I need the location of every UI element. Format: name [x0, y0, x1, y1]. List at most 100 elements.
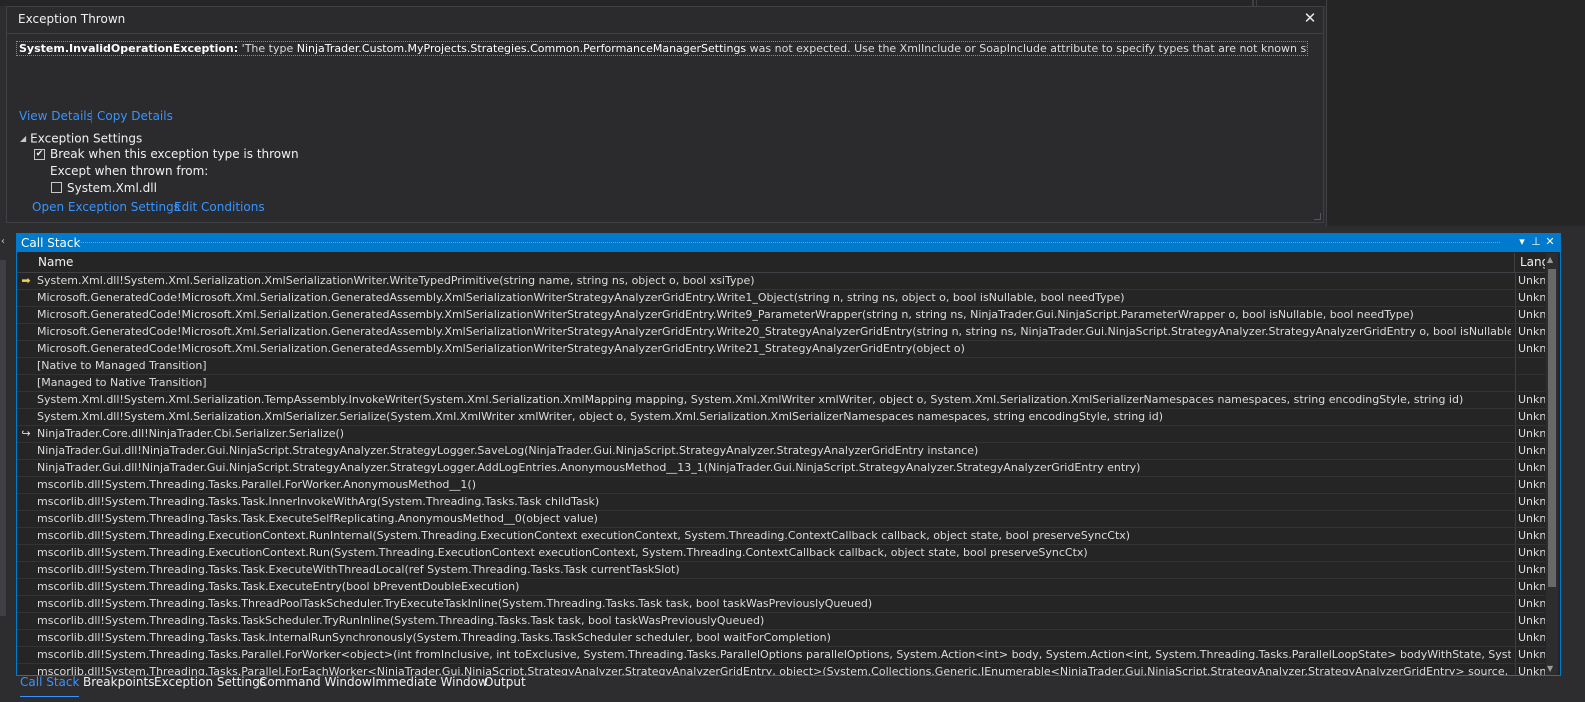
frame-name: [Native to Managed Transition]: [37, 359, 207, 372]
call-stack-row[interactable]: Microsoft.GeneratedCode!Microsoft.Xml.Se…: [17, 307, 1545, 324]
tab-exception-settings[interactable]: Exception Settings: [154, 676, 266, 696]
call-stack-table: Name Lang ➡ System.Xml.dll!System.Xml.Ser…: [17, 253, 1545, 675]
frame-language: Unkn: [1515, 630, 1545, 646]
except-when-thrown-label: Except when thrown from:: [50, 164, 209, 178]
frame-language: Unkn: [1515, 460, 1545, 476]
break-when-thrown-checkbox[interactable]: ✔: [34, 149, 45, 160]
left-scroll-track[interactable]: [0, 260, 6, 616]
frame-language: Unkn: [1515, 443, 1545, 459]
call-stack-row[interactable]: mscorlib.dll!System.Threading.ExecutionC…: [17, 545, 1545, 562]
dropdown-arrow-icon[interactable]: ▾: [1515, 235, 1529, 248]
call-stack-row[interactable]: Microsoft.GeneratedCode!Microsoft.Xml.Se…: [17, 290, 1545, 307]
frame-language: Unkn: [1515, 273, 1545, 289]
row-gutter: [17, 613, 35, 629]
frame-language: Unkn: [1515, 511, 1545, 527]
frame-name: mscorlib.dll!System.Threading.Tasks.Task…: [37, 495, 600, 508]
scrollbar-thumb[interactable]: [1548, 269, 1556, 587]
frame-name: mscorlib.dll!System.Threading.ExecutionC…: [37, 546, 1088, 559]
call-stack-row[interactable]: mscorlib.dll!System.Threading.Tasks.Task…: [17, 511, 1545, 528]
view-details-link[interactable]: View Details: [19, 109, 93, 123]
call-stack-rows: ➡ System.Xml.dll!System.Xml.Serialization…: [17, 273, 1545, 675]
close-icon[interactable]: ✕: [1301, 9, 1319, 27]
resize-grip-icon[interactable]: [1314, 213, 1321, 220]
row-gutter: [17, 545, 35, 561]
row-gutter: [17, 647, 35, 663]
column-header-name[interactable]: Name: [38, 253, 73, 272]
close-icon[interactable]: ✕: [1543, 235, 1557, 248]
call-stack-row[interactable]: mscorlib.dll!System.Threading.Tasks.Para…: [17, 477, 1545, 494]
call-stack-row[interactable]: [Native to Managed Transition]: [17, 358, 1545, 375]
call-stack-row[interactable]: NinjaTrader.Gui.dll!NinjaTrader.Gui.Ninj…: [17, 460, 1545, 477]
frame-language: Unkn: [1515, 477, 1545, 493]
frame-language: Unkn: [1515, 647, 1545, 663]
open-exception-settings-link[interactable]: Open Exception Settings: [32, 200, 180, 214]
call-stack-row[interactable]: [Managed to Native Transition]: [17, 375, 1545, 392]
call-stack-row[interactable]: System.Xml.dll!System.Xml.Serialization.…: [17, 409, 1545, 426]
call-stack-row[interactable]: System.Xml.dll!System.Xml.Serialization.…: [17, 392, 1545, 409]
system-xml-dll-checkbox[interactable]: [51, 182, 62, 193]
message-type-name: NinjaTrader.Custom.MyProjects.Strategies…: [296, 42, 747, 55]
frame-name: System.Xml.dll!System.Xml.Serialization.…: [37, 274, 755, 287]
scroll-up-icon[interactable]: ▲: [1547, 255, 1553, 264]
message-prefix: 'The type: [241, 42, 297, 55]
pin-icon[interactable]: ⊥: [1529, 235, 1543, 248]
call-stack-row[interactable]: ➡ System.Xml.dll!System.Xml.Serialization…: [17, 273, 1545, 290]
row-gutter: [17, 307, 35, 323]
vertical-scrollbar[interactable]: ▲ ▼: [1546, 253, 1558, 675]
frame-name: mscorlib.dll!System.Threading.Tasks.Para…: [37, 478, 476, 491]
call-stack-row[interactable]: mscorlib.dll!System.Threading.Tasks.Task…: [17, 579, 1545, 596]
frame-name: mscorlib.dll!System.Threading.Tasks.Task…: [37, 563, 680, 576]
frame-language: Unkn: [1515, 545, 1545, 561]
frame-language: Unkn: [1515, 562, 1545, 578]
call-stack-row[interactable]: ↪ NinjaTrader.Core.dll!NinjaTrader.Cbi.Se…: [17, 426, 1545, 443]
call-stack-row[interactable]: Microsoft.GeneratedCode!Microsoft.Xml.Se…: [17, 341, 1545, 358]
call-stack-row[interactable]: mscorlib.dll!System.Threading.Tasks.Task…: [17, 562, 1545, 579]
call-stack-row[interactable]: NinjaTrader.Gui.dll!NinjaTrader.Gui.Ninj…: [17, 443, 1545, 460]
row-gutter: [17, 460, 35, 476]
call-stack-row[interactable]: mscorlib.dll!System.Threading.Tasks.Para…: [17, 664, 1545, 675]
copy-details-link[interactable]: Copy Details: [97, 109, 173, 123]
divider: [7, 33, 1323, 34]
chevron-left-icon[interactable]: ‹: [1, 236, 5, 247]
frame-language: Unkn: [1515, 579, 1545, 595]
frame-language: Unkn: [1515, 494, 1545, 510]
exception-thrown-popup: Exception Thrown ✕ System.InvalidOperati…: [6, 6, 1324, 223]
exception-type: System.InvalidOperationException:: [19, 42, 239, 55]
frame-name: mscorlib.dll!System.Threading.Tasks.Para…: [37, 648, 1511, 661]
call-stack-row[interactable]: mscorlib.dll!System.Threading.Tasks.Task…: [17, 494, 1545, 511]
tab-breakpoints[interactable]: Breakpoints: [83, 676, 154, 696]
column-header-language[interactable]: Lang: [1520, 253, 1545, 272]
break-when-thrown-label[interactable]: Break when this exception type is thrown: [50, 147, 299, 161]
frame-name: Microsoft.GeneratedCode!Microsoft.Xml.Se…: [37, 291, 1125, 304]
tab-output[interactable]: Output: [484, 676, 526, 696]
tab-call-stack[interactable]: Call Stack: [20, 676, 80, 697]
call-stack-row[interactable]: mscorlib.dll!System.Threading.ExecutionC…: [17, 528, 1545, 545]
exception-settings-expander[interactable]: ◢ Exception Settings: [20, 131, 142, 146]
call-stack-row[interactable]: mscorlib.dll!System.Threading.Tasks.Para…: [17, 647, 1545, 664]
frame-language: Unkn: [1515, 426, 1545, 442]
call-stack-row[interactable]: Microsoft.GeneratedCode!Microsoft.Xml.Se…: [17, 324, 1545, 341]
frame-name: NinjaTrader.Gui.dll!NinjaTrader.Gui.Ninj…: [37, 444, 979, 457]
titlebar-grip: [77, 242, 1500, 246]
scroll-down-icon[interactable]: ▼: [1547, 664, 1553, 673]
row-gutter: [17, 358, 35, 374]
exception-message[interactable]: System.InvalidOperationException: 'The t…: [16, 41, 1308, 56]
tab-immediate-window[interactable]: Immediate Window: [372, 676, 488, 696]
column-divider[interactable]: [1514, 253, 1515, 272]
frame-language: Unkn: [1515, 596, 1545, 612]
call-stack-row[interactable]: mscorlib.dll!System.Threading.Tasks.Thre…: [17, 596, 1545, 613]
frame-name: System.Xml.dll!System.Xml.Serialization.…: [37, 410, 1163, 423]
call-stack-row[interactable]: mscorlib.dll!System.Threading.Tasks.Task…: [17, 613, 1545, 630]
frame-language: Unkn: [1515, 613, 1545, 629]
row-gutter: [17, 562, 35, 578]
frame-name: mscorlib.dll!System.Threading.Tasks.Task…: [37, 614, 765, 627]
call-stack-titlebar[interactable]: Call Stack ▾ ⊥ ✕: [17, 234, 1560, 252]
edit-conditions-link[interactable]: Edit Conditions: [174, 200, 265, 214]
frame-language: Unkn: [1515, 664, 1545, 675]
frame-name: mscorlib.dll!System.Threading.Tasks.Task…: [37, 631, 831, 644]
system-xml-dll-label[interactable]: System.Xml.dll: [67, 181, 157, 195]
call-stack-row[interactable]: mscorlib.dll!System.Threading.Tasks.Task…: [17, 630, 1545, 647]
tab-command-window[interactable]: Command Window: [259, 676, 372, 696]
frame-language: Unkn: [1515, 324, 1545, 340]
frame-name: System.Xml.dll!System.Xml.Serialization.…: [37, 393, 1464, 406]
